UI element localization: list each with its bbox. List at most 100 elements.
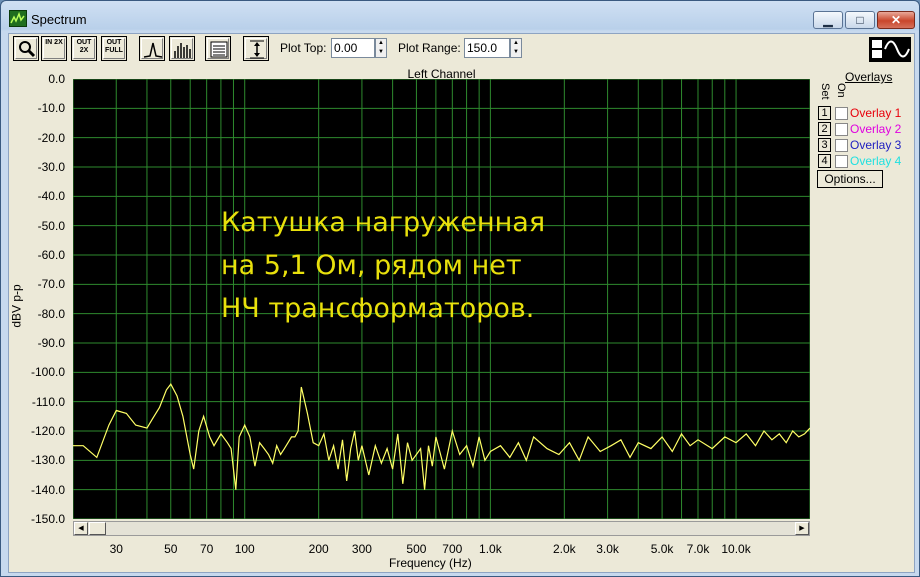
arrow-right-icon: ▶: [799, 525, 805, 532]
scroll-right-button[interactable]: ▶: [795, 522, 809, 535]
magnify-icon: [15, 38, 37, 59]
plot-range-input[interactable]: 150.0: [464, 38, 510, 58]
y-tick-label: -80.0: [37, 306, 65, 321]
bar-graph-icon: [171, 38, 193, 59]
overlays-set-header: Set: [819, 83, 831, 100]
x-tick-label: 50: [164, 542, 178, 556]
x-tick-label: 1.0k: [479, 542, 502, 556]
minimize-button[interactable]: ▁: [813, 11, 843, 29]
plot-top-spinner[interactable]: ▲ ▼: [375, 38, 387, 58]
overlay-row-4: 4 Overlay 4: [817, 154, 914, 170]
overlays-title: Overlays: [845, 70, 893, 84]
x-tick-label: 500: [406, 542, 427, 556]
x-tick-label: 200: [308, 542, 329, 556]
toolbar: IN 2X OUT 2X OUT FULL Plot Top: 0.00 ▲ ▼…: [9, 34, 914, 64]
plot-range-label: Plot Range:: [398, 41, 461, 55]
scroll-left-button[interactable]: ◀: [74, 522, 88, 535]
zoom-out-full-button[interactable]: OUT FULL: [101, 36, 127, 61]
title-bar[interactable]: Spectrum ▁ □ ✕: [1, 1, 919, 33]
vertical-arrows-icon: [245, 38, 267, 59]
scroll-thumb[interactable]: [89, 522, 106, 535]
x-tick-label: 700: [442, 542, 463, 556]
zoom-in-2x-button[interactable]: IN 2X: [41, 36, 67, 61]
x-tick-label: 100: [234, 542, 255, 556]
client-area: IN 2X OUT 2X OUT FULL Plot Top: 0.00 ▲ ▼…: [8, 33, 915, 573]
overlays-on-header: On: [835, 83, 847, 98]
spectrum-chart: Left Channel dBV p-p 0.0 -10.0 -20.0 -30.0-…: [9, 64, 914, 572]
y-tick-label: -90.0: [37, 336, 65, 350]
overlay-on-checkbox-1[interactable]: [835, 107, 848, 120]
y-tick-label: 0.0: [48, 72, 65, 86]
minimize-icon: ▁: [823, 13, 833, 27]
close-icon: ✕: [890, 13, 902, 27]
x-tick-label: 70: [199, 542, 214, 556]
close-button[interactable]: ✕: [877, 11, 915, 29]
line-graph-icon: [141, 38, 163, 59]
overlay-on-checkbox-4[interactable]: [835, 155, 848, 168]
y-tick-label: -70.0: [37, 277, 65, 292]
spin-down-icon: ▼: [513, 49, 519, 55]
y-tick-label: -60.0: [37, 248, 65, 262]
overlay-options-button[interactable]: Options...: [817, 170, 883, 188]
y-tick-label: -140.0: [30, 482, 65, 497]
horizontal-scrollbar[interactable]: ◀ ▶: [73, 521, 810, 536]
spin-up-icon: ▲: [378, 40, 384, 46]
y-tick-label: -130.0: [30, 453, 65, 468]
annotation-line-2: на 5,1 Ом, рядом нет: [221, 250, 522, 281]
overlays-panel: Overlays Set On 1 Overlay 1 2 Overlay 2 …: [817, 68, 914, 198]
annotation-line-1: Катушка нагруженная: [221, 207, 546, 238]
zoom-in-2x-label: IN 2X: [45, 39, 63, 46]
table-icon: [207, 38, 229, 59]
bar-mode-button[interactable]: [169, 36, 195, 61]
x-tick-label: 30: [109, 542, 123, 556]
x-axis-label: Frequency (Hz): [389, 556, 472, 570]
y-tick-label: -50.0: [37, 218, 65, 233]
y-tick-label: -30.0: [37, 160, 65, 174]
data-table-button[interactable]: [205, 36, 231, 61]
x-tick-label: 2.0k: [552, 542, 576, 556]
magnify-button[interactable]: [13, 36, 39, 61]
x-tick-label: 7.0k: [686, 542, 710, 556]
spin-down-icon: ▼: [378, 49, 384, 55]
y-tick-label: -40.0: [37, 189, 65, 204]
line-mode-button[interactable]: [139, 36, 165, 61]
overlay-on-checkbox-2[interactable]: [835, 123, 848, 136]
annotation-text: Катушка нагруженная на 5,1 Ом, рядом нет…: [221, 201, 545, 330]
zoom-out-2x-button[interactable]: OUT 2X: [71, 36, 97, 61]
spin-up-icon: ▲: [513, 40, 519, 46]
y-tick-label: -120.0: [30, 424, 65, 438]
overlay-label-1: Overlay 1: [850, 106, 902, 120]
overlay-on-checkbox-3[interactable]: [835, 139, 848, 152]
maximize-button[interactable]: □: [845, 11, 875, 29]
y-tick-label: -100.0: [30, 365, 65, 380]
overlay-row-1: 1 Overlay 1: [817, 106, 914, 122]
plot-top-label: Plot Top:: [280, 41, 327, 55]
plot-top-input[interactable]: 0.00: [331, 38, 375, 58]
y-tick-label: -110.0: [31, 394, 65, 409]
y-tick-label: -150.0: [30, 512, 65, 526]
overlay-label-3: Overlay 3: [850, 138, 902, 152]
maximize-icon: □: [856, 13, 864, 27]
y-tick-label: -10.0: [37, 101, 65, 116]
spectrum-window: Spectrum ▁ □ ✕ IN 2X OUT 2X OUT FULL Plo…: [0, 0, 920, 577]
generator-icon[interactable]: [869, 37, 911, 62]
zoom-out-2x-label: OUT 2X: [76, 39, 92, 54]
arrow-left-icon: ◀: [78, 525, 84, 532]
y-tick-label: -20.0: [37, 130, 65, 145]
overlay-set-button-4[interactable]: 4: [818, 154, 831, 168]
x-tick-label: 3.0k: [596, 542, 619, 556]
plot-range-spinner[interactable]: ▲ ▼: [510, 38, 522, 58]
window-title: Spectrum: [31, 12, 87, 27]
zoom-out-full-label: OUT FULL: [105, 39, 123, 54]
spectrum-app-icon: [9, 10, 27, 27]
overlay-label-4: Overlay 4: [850, 154, 902, 168]
annotation-line-3: НЧ трансформаторов.: [221, 293, 535, 324]
vertical-scale-button[interactable]: [243, 36, 269, 61]
overlay-label-2: Overlay 2: [850, 122, 902, 136]
overlay-set-button-1[interactable]: 1: [818, 106, 831, 120]
overlay-set-button-3[interactable]: 3: [818, 138, 831, 152]
x-tick-label: 10.0k: [721, 542, 751, 556]
overlay-row-2: 2 Overlay 2: [817, 122, 914, 138]
overlay-set-button-2[interactable]: 2: [818, 122, 831, 136]
overlay-row-3: 3 Overlay 3: [817, 138, 914, 154]
